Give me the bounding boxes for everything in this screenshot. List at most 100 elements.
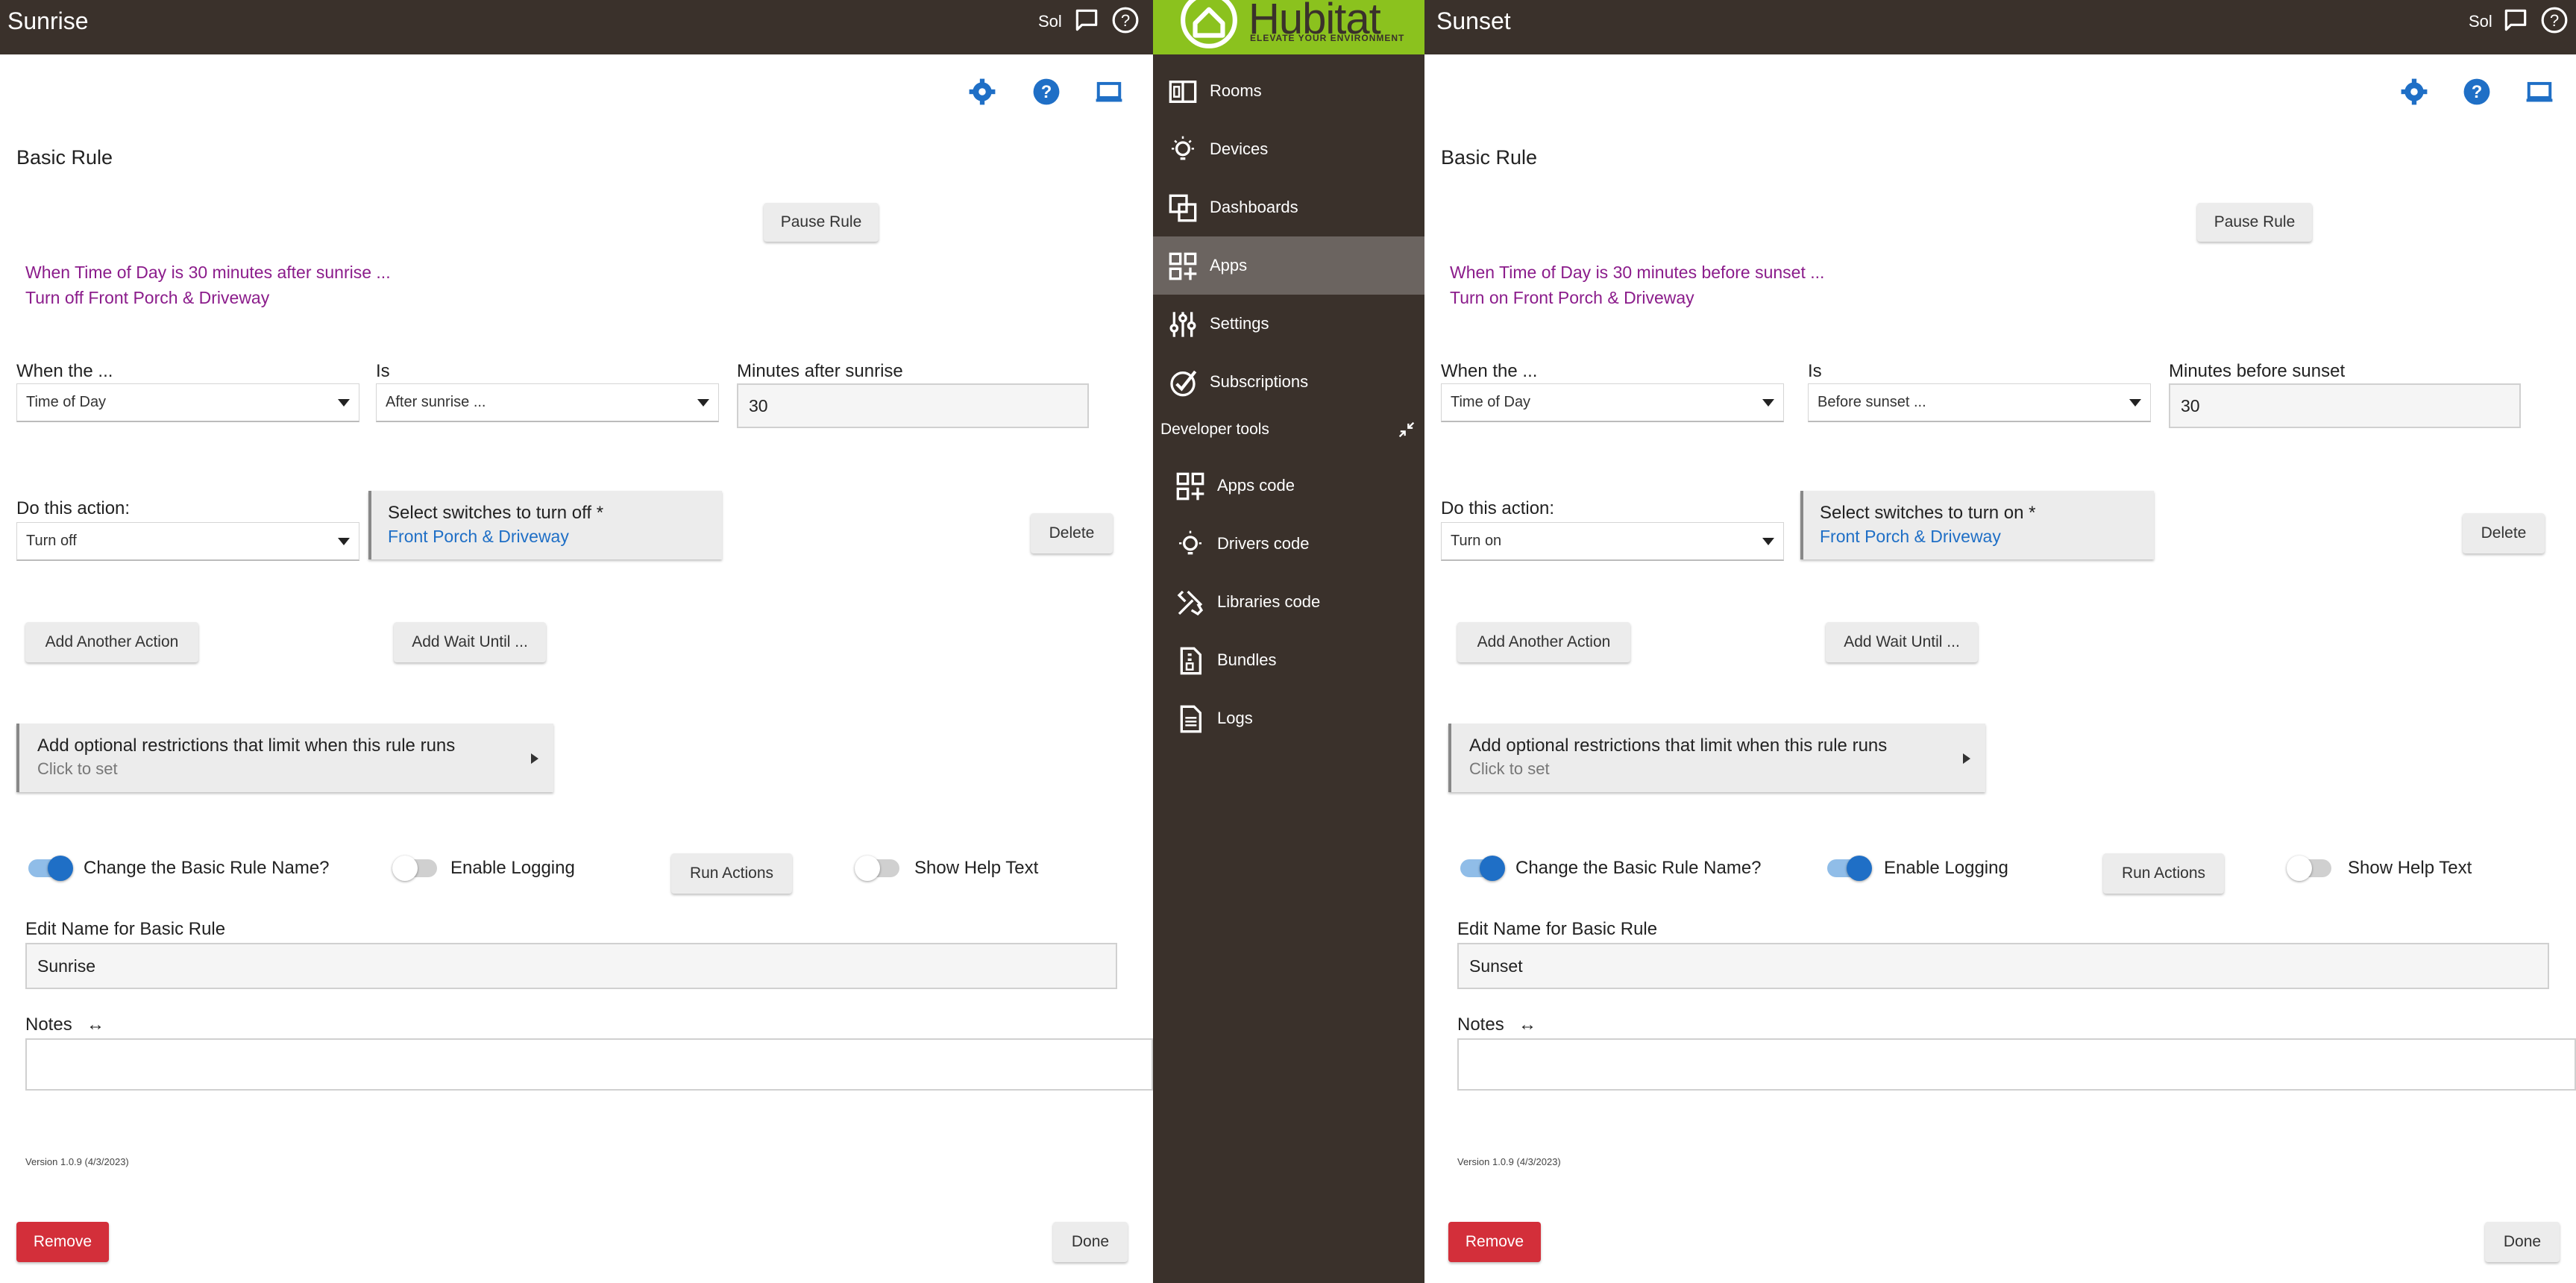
restrictions-selector[interactable]: Add optional restrictions that limit whe…: [1448, 724, 1985, 792]
add-another-action-button[interactable]: Add Another Action: [1457, 622, 1630, 662]
minutes-input[interactable]: 30: [737, 383, 1089, 428]
rule-summary-line2: Turn on Front Porch & Driveway: [1450, 288, 1694, 307]
delete-action-button[interactable]: Delete: [2463, 513, 2545, 553]
rename-toggle[interactable]: [28, 856, 73, 881]
gear-icon[interactable]: [2400, 78, 2428, 106]
sidebar-item-apps[interactable]: Apps: [1153, 236, 1424, 295]
is-label: Is: [376, 361, 390, 381]
section-title: Basic Rule: [16, 146, 113, 169]
action-select[interactable]: Turn off: [16, 522, 359, 561]
is-select[interactable]: After sunrise ...: [376, 383, 719, 422]
rule-panel-sunset: Sunset Sol ? ? Basic Rule Pause Rule Whe…: [1424, 0, 2576, 1283]
add-another-action-button[interactable]: Add Another Action: [25, 622, 198, 662]
action-select[interactable]: Turn on: [1441, 522, 1784, 561]
add-wait-until-button[interactable]: Add Wait Until ...: [1826, 622, 1978, 662]
toggle-knob: [1480, 856, 1505, 881]
pause-rule-button[interactable]: Pause Rule: [2197, 203, 2312, 242]
logging-toggle[interactable]: [1827, 856, 1872, 881]
pause-rule-button[interactable]: Pause Rule: [764, 203, 879, 242]
done-button[interactable]: Done: [2485, 1222, 2560, 1262]
chat-bubble-icon[interactable]: [1072, 6, 1101, 34]
sidebar-item-libraries-code[interactable]: Libraries code: [1153, 573, 1424, 631]
sidebar-item-logs[interactable]: Logs: [1153, 689, 1424, 747]
when-select[interactable]: Time of Day: [1441, 383, 1784, 422]
sidebar-item-settings[interactable]: Settings: [1153, 295, 1424, 353]
sidebar-item-label: Rooms: [1210, 81, 1262, 100]
rule-name-input[interactable]: Sunset: [1457, 943, 2549, 989]
restrictions-selector[interactable]: Add optional restrictions that limit whe…: [16, 724, 553, 792]
sidebar-item-drivers-code[interactable]: Drivers code: [1153, 515, 1424, 573]
delete-action-button[interactable]: Delete: [1031, 513, 1113, 553]
sidebar-item-rooms[interactable]: Rooms: [1153, 62, 1424, 120]
bundle-icon: [1180, 647, 1201, 675]
sidebar-item-apps-code[interactable]: Apps code: [1153, 457, 1424, 515]
sidebar-item-subscriptions[interactable]: Subscriptions: [1153, 353, 1424, 411]
screen-root: Sunrise Sol ? ? Basic Rule Pause Rule Wh…: [0, 0, 2576, 1283]
help-text-toggle[interactable]: [2287, 856, 2331, 881]
sidebar-item-label: Apps code: [1217, 476, 1295, 495]
done-button[interactable]: Done: [1053, 1222, 1128, 1262]
help-circle-icon[interactable]: ?: [1111, 6, 1140, 34]
run-actions-button[interactable]: Run Actions: [671, 853, 792, 894]
logging-toggle[interactable]: [392, 856, 437, 881]
rule-panel-sunrise: Sunrise Sol ? ? Basic Rule Pause Rule Wh…: [0, 0, 1153, 1283]
notes-textarea[interactable]: [25, 1038, 1153, 1091]
dashboards-icon: [1169, 194, 1197, 222]
hubitat-logo-icon: [1181, 0, 1237, 48]
edit-name-label: Edit Name for Basic Rule: [1457, 919, 1658, 939]
gear-icon[interactable]: [968, 78, 996, 106]
collapse-icon[interactable]: [1396, 419, 1417, 440]
minutes-input[interactable]: 30: [2169, 383, 2521, 428]
run-actions-button[interactable]: Run Actions: [2103, 853, 2224, 894]
sliders-icon: [1169, 312, 1196, 337]
help-icon[interactable]: ?: [2463, 78, 2491, 106]
rule-summary-line1: When Time of Day is 30 minutes before su…: [1450, 263, 1825, 282]
sidebar-item-label: Libraries code: [1217, 592, 1321, 611]
user-label[interactable]: Sol: [2469, 12, 2492, 31]
remove-button[interactable]: Remove: [16, 1222, 109, 1262]
help-text-toggle[interactable]: [855, 856, 899, 881]
help-text-toggle-label: Show Help Text: [914, 858, 1039, 878]
notes-textarea[interactable]: [1457, 1038, 2576, 1091]
panel-header: Sunset Sol ?: [1424, 0, 2576, 54]
rename-toggle-label: Change the Basic Rule Name?: [84, 858, 330, 878]
switch-selector-value: Front Porch & Driveway: [1820, 527, 2001, 546]
notes-label: Notes: [1457, 1014, 1504, 1035]
sidebar-item-devices[interactable]: Devices: [1153, 120, 1424, 178]
tools-icon: [1177, 590, 1204, 616]
sidebar-item-label: Dashboards: [1210, 198, 1298, 216]
notes-label: Notes: [25, 1014, 72, 1035]
add-wait-until-button[interactable]: Add Wait Until ...: [394, 622, 546, 662]
switch-selector-value: Front Porch & Driveway: [388, 527, 569, 546]
when-select[interactable]: Time of Day: [16, 383, 359, 422]
apps-code-icon: [1176, 472, 1204, 501]
resize-arrows-icon[interactable]: ↔: [87, 1014, 104, 1035]
version-text: Version 1.0.9 (4/3/2023): [1457, 1156, 1561, 1167]
switch-selector[interactable]: Select switches to turn off * Front Porc…: [368, 491, 722, 559]
laptop-icon[interactable]: [1095, 78, 1123, 106]
resize-arrows-icon[interactable]: ↔: [1518, 1014, 1536, 1035]
user-label[interactable]: Sol: [1038, 12, 1062, 31]
restrictions-label: Add optional restrictions that limit whe…: [37, 735, 456, 756]
switch-selector-label: Select switches to turn on *: [1820, 503, 2036, 523]
sidebar-item-dashboards[interactable]: Dashboards: [1153, 178, 1424, 236]
minutes-label: Minutes before sunset: [2169, 361, 2346, 381]
chevron-right-icon: [531, 753, 538, 764]
rule-name-input[interactable]: Sunrise: [25, 943, 1117, 989]
sidebar-item-bundles[interactable]: Bundles: [1153, 631, 1424, 689]
is-select[interactable]: Before sunset ...: [1808, 383, 2151, 422]
help-circle-icon[interactable]: ?: [2540, 6, 2569, 34]
apps-icon: [1169, 252, 1197, 280]
laptop-icon[interactable]: [2525, 78, 2554, 106]
help-icon[interactable]: ?: [1032, 78, 1061, 106]
check-circle-icon: [1170, 370, 1197, 397]
switch-selector[interactable]: Select switches to turn on * Front Porch…: [1800, 491, 2154, 559]
bulb-icon: [1179, 530, 1201, 555]
sidebar-item-label: Settings: [1210, 314, 1269, 333]
remove-button[interactable]: Remove: [1448, 1222, 1541, 1262]
chat-bubble-icon[interactable]: [2501, 6, 2530, 34]
toggle-knob: [2287, 856, 2312, 881]
rename-toggle[interactable]: [1460, 856, 1505, 881]
sidebar-item-label: Apps: [1210, 256, 1248, 275]
logging-toggle-label: Enable Logging: [450, 858, 575, 878]
